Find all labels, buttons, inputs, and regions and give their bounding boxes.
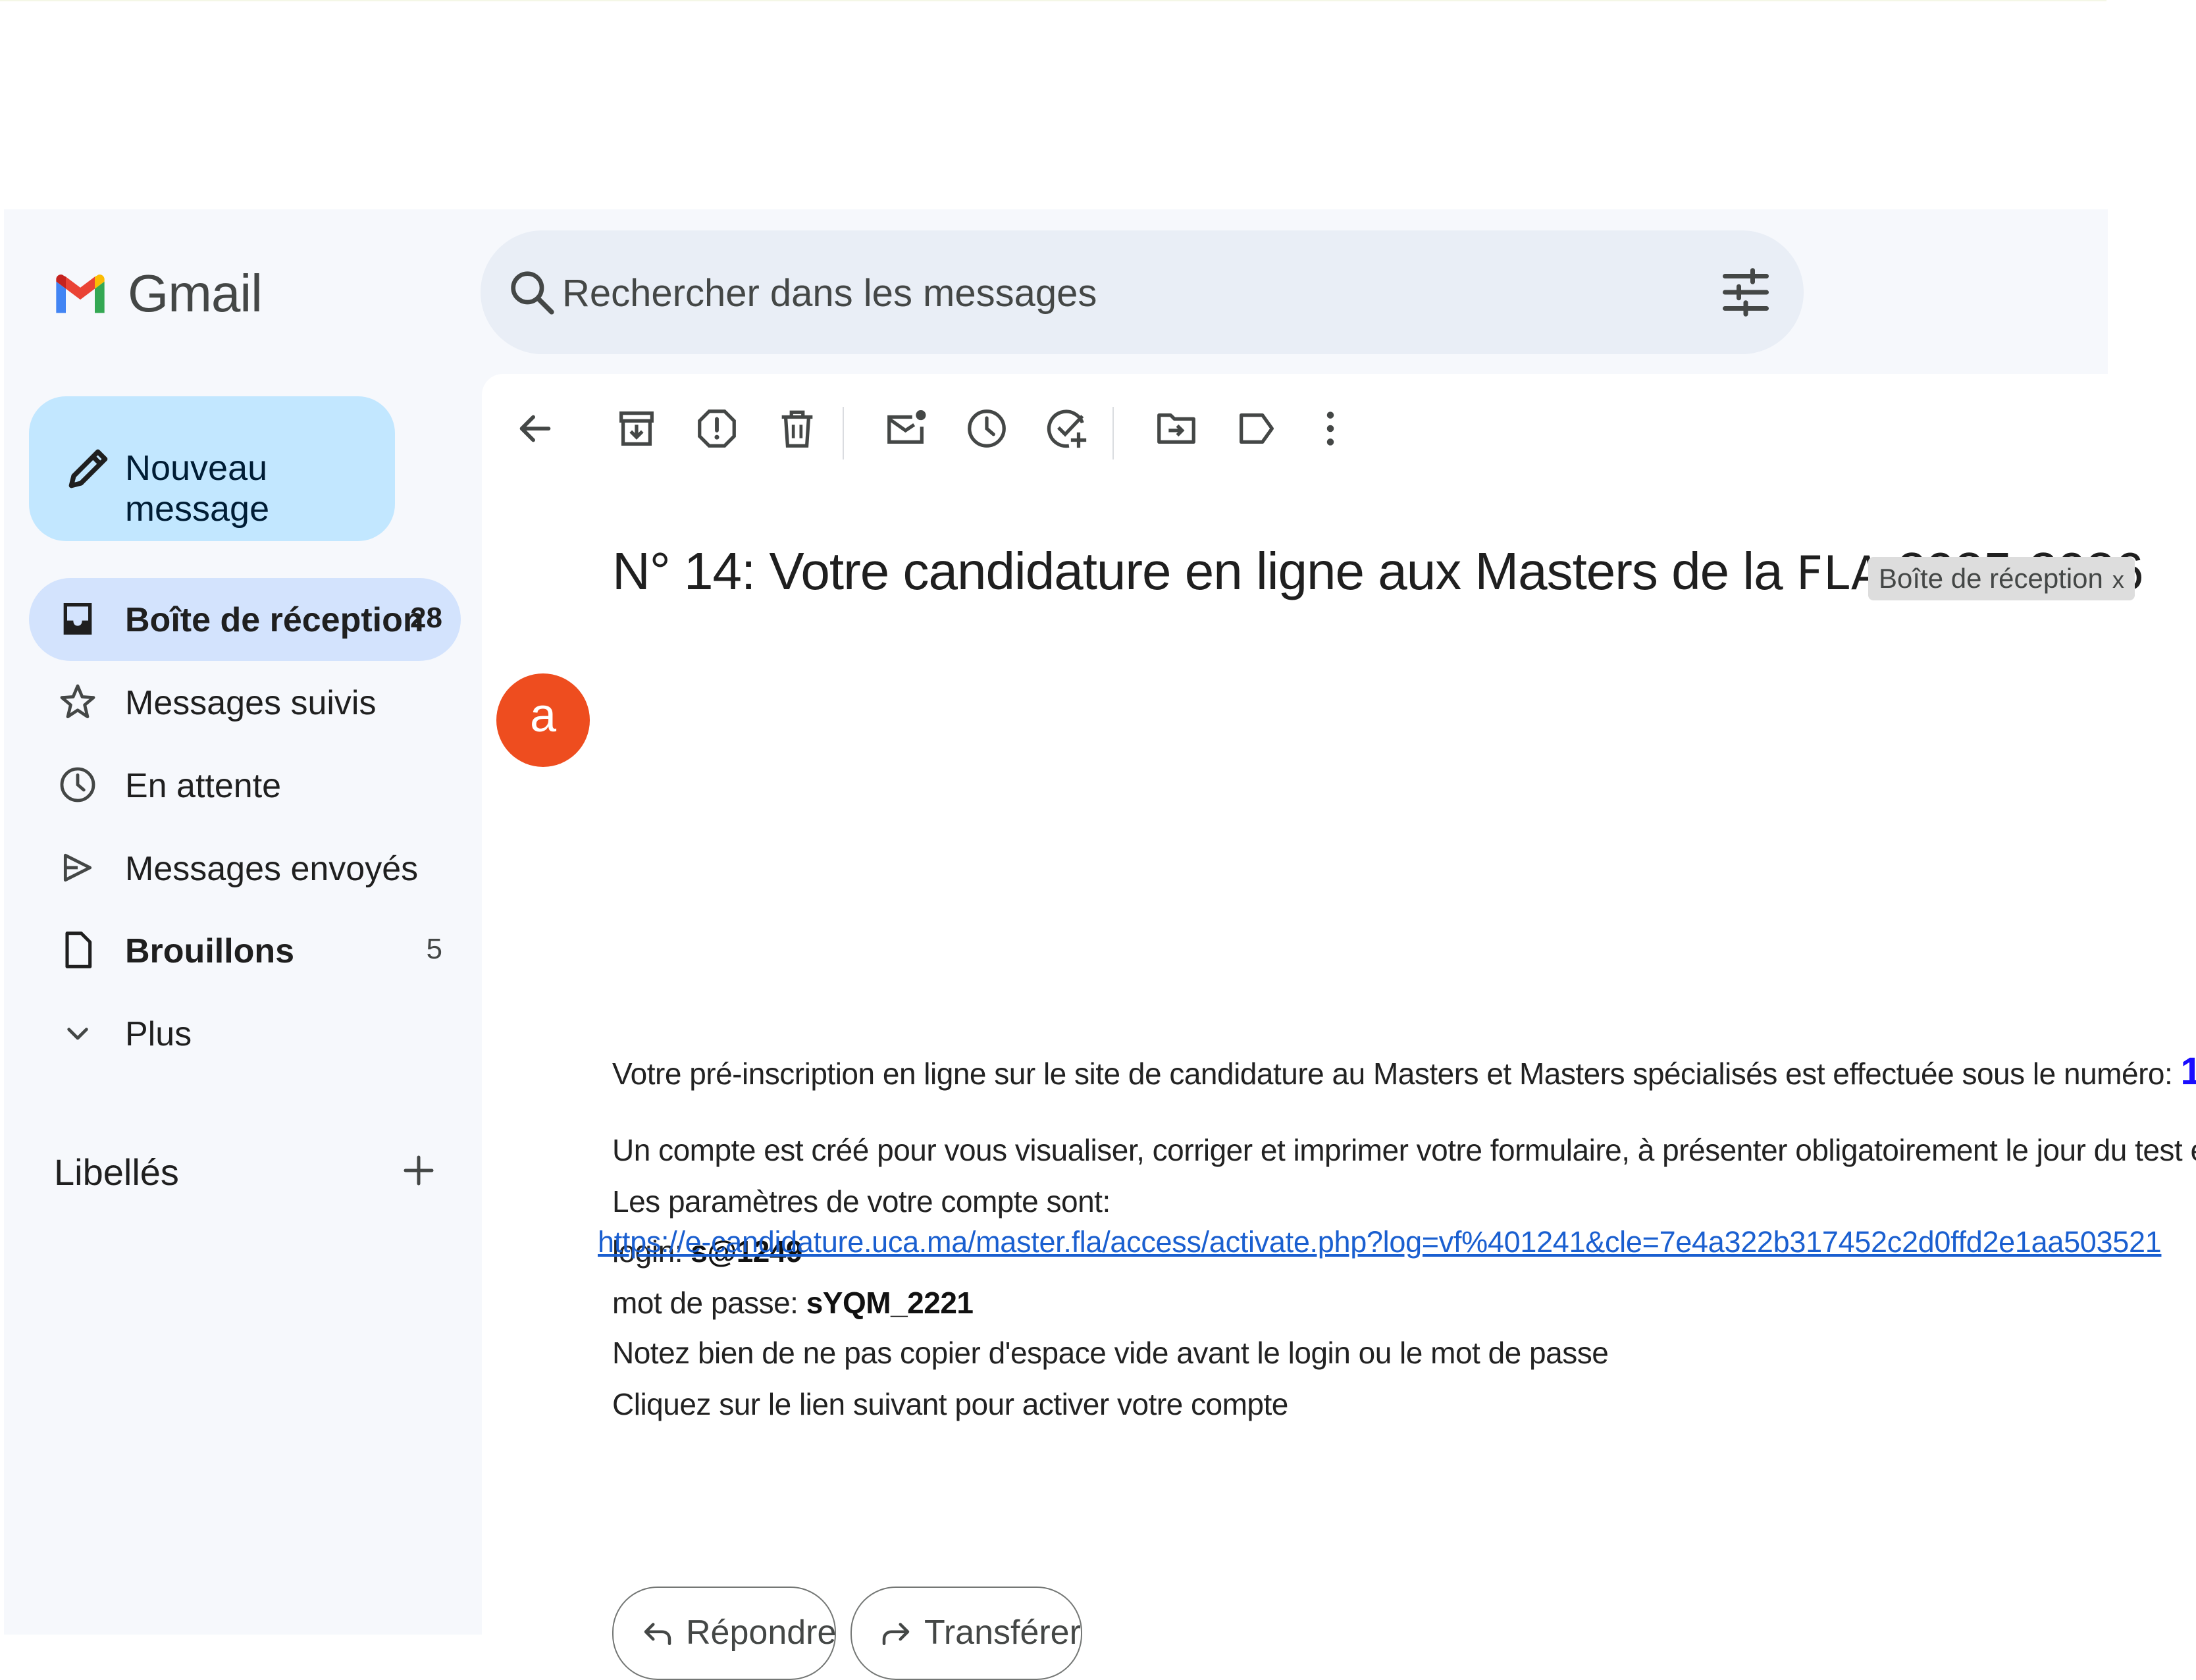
sidebar-item-label: Plus xyxy=(125,1015,192,1053)
sidebar-item-label: Brouillons xyxy=(125,932,295,970)
mark-unread-icon xyxy=(887,410,926,444)
body-line-note: Notez bien de ne pas copier d'espace vid… xyxy=(612,1336,1609,1370)
password-value: sYQM_2221 xyxy=(806,1286,974,1320)
forward-label: Transférer xyxy=(924,1614,1081,1652)
back-arrow-icon xyxy=(519,415,551,442)
archive-button[interactable] xyxy=(614,406,660,452)
add-label-icon[interactable] xyxy=(399,1151,438,1190)
activation-link[interactable]: https://e-candidature.uca.ma/master.fla/… xyxy=(598,1225,2162,1259)
sidebar-item-label: Boîte de réception xyxy=(125,601,424,639)
toolbar-divider xyxy=(1112,407,1114,459)
top-blank-area xyxy=(0,0,2106,211)
compose-button[interactable]: Nouveau message xyxy=(29,396,395,541)
body-line-activate: Cliquez sur le lien suivant pour activer… xyxy=(612,1387,1288,1421)
pencil-icon xyxy=(68,449,108,488)
body-line-password: mot de passe: sYQM_2221 xyxy=(612,1285,974,1321)
annotation-badge: a xyxy=(496,673,590,767)
labels-section-title: Libellés xyxy=(54,1151,179,1193)
reply-icon xyxy=(644,1623,671,1645)
toolbar-divider xyxy=(843,407,844,459)
draft-count: 5 xyxy=(426,933,442,965)
sidebar-item-label: Messages suivis xyxy=(125,684,377,722)
inbox-label-chip[interactable]: Boîte de réception x xyxy=(1868,557,2135,600)
right-blank-area xyxy=(2108,0,2196,1635)
sidebar-item-snoozed[interactable]: En attente xyxy=(29,744,461,827)
unread-count: 28 xyxy=(410,602,442,634)
snooze-icon xyxy=(968,409,1006,448)
subject-text: N° 14: Votre candidature en ligne aux Ma… xyxy=(612,542,1783,600)
add-task-button[interactable] xyxy=(1044,406,1090,452)
reply-button[interactable]: Répondre xyxy=(612,1587,836,1680)
sidebar-item-drafts[interactable]: Brouillons 5 xyxy=(29,909,461,992)
sidebar-item-starred[interactable]: Messages suivis xyxy=(29,661,461,744)
sidebar-item-label: En attente xyxy=(125,767,282,805)
password-label: mot de passe: xyxy=(612,1286,798,1320)
move-to-icon xyxy=(1157,413,1195,444)
add-task-icon xyxy=(1047,409,1087,448)
star-icon xyxy=(60,684,95,719)
search-options-icon[interactable] xyxy=(1718,265,1773,320)
body-line-account: Un compte est créé pour vous visualiser,… xyxy=(612,1133,2196,1167)
label-chip-text: Boîte de réception xyxy=(1879,563,2103,594)
send-icon xyxy=(63,853,92,882)
gmail-logo[interactable]: Gmail xyxy=(51,263,263,324)
app-name: Gmail xyxy=(128,264,263,323)
delete-button[interactable] xyxy=(774,406,820,452)
reply-label: Répondre xyxy=(686,1614,837,1652)
chevron-down-icon xyxy=(67,1028,88,1040)
draft-icon xyxy=(65,932,92,968)
gmail-window: Gmail Nouveau message Boîte de réception xyxy=(4,209,2196,1680)
forward-icon xyxy=(882,1623,910,1645)
mark-unread-button[interactable] xyxy=(883,406,929,452)
label-icon xyxy=(1240,413,1274,444)
more-options-icon xyxy=(1326,411,1334,446)
label-button[interactable] xyxy=(1234,406,1280,452)
inbox-icon xyxy=(63,603,92,635)
registration-number: 14 xyxy=(2180,1050,2196,1093)
body-line-params: Les paramètres de votre compte sont: xyxy=(612,1184,1111,1219)
back-button[interactable] xyxy=(512,406,558,452)
sidebar-item-inbox[interactable]: Boîte de réception 28 xyxy=(29,578,461,661)
compose-label: Nouveau message xyxy=(125,448,270,529)
snooze-button[interactable] xyxy=(964,406,1010,452)
sidebar-item-label: Messages envoyés xyxy=(125,850,419,888)
delete-icon xyxy=(781,410,813,448)
clock-icon xyxy=(60,767,95,802)
search-icon[interactable] xyxy=(506,266,558,319)
search-bar[interactable] xyxy=(481,230,1804,354)
search-input[interactable] xyxy=(561,259,1683,327)
message-panel: N° 14: Votre candidature en ligne aux Ma… xyxy=(482,374,2196,1680)
forward-button[interactable]: Transférer xyxy=(850,1587,1082,1680)
sidebar-item-more[interactable]: Plus xyxy=(29,992,461,1075)
registration-text: Votre pré-inscription en ligne sur le si… xyxy=(612,1057,2173,1091)
report-spam-button[interactable] xyxy=(694,406,740,452)
archive-icon xyxy=(619,411,654,446)
more-options-button[interactable] xyxy=(1307,406,1353,452)
report-spam-icon xyxy=(698,409,736,448)
move-to-button[interactable] xyxy=(1153,406,1199,452)
sidebar-item-sent[interactable]: Messages envoyés xyxy=(29,827,461,910)
remove-label-icon[interactable]: x xyxy=(2112,566,2124,593)
gmail-m-icon xyxy=(56,275,105,313)
body-line-registration: Votre pré-inscription en ligne sur le si… xyxy=(612,1049,2196,1093)
